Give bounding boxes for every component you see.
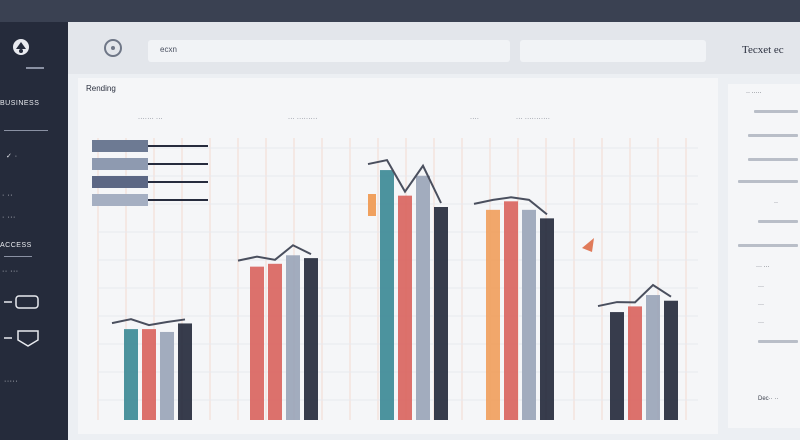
right-panel-mid-label: ·· (774, 200, 778, 206)
sidebar-item-label: · ·· (2, 192, 13, 199)
sidebar-item-label: ✓ · (6, 153, 18, 160)
logo-caption (26, 67, 44, 69)
toggle-icon[interactable] (2, 294, 42, 310)
legend-swatch (92, 158, 148, 170)
right-panel-label: ··· (758, 320, 764, 326)
chart-bar (286, 255, 300, 420)
sidebar-item-label: · ··· (2, 214, 16, 221)
sidebar-item-5[interactable]: ·· ··· (2, 268, 19, 275)
search-value: ecxn (160, 45, 177, 54)
sidebar: BUSINESS ✓ · · ·· · ··· ACCESS ·· ··· ··… (0, 22, 68, 440)
chart-bar (380, 170, 394, 420)
chart-bar (416, 175, 430, 420)
right-panel-label: ··· (758, 302, 764, 308)
sidebar-item-check[interactable]: ✓ · (6, 152, 18, 160)
chart-bar (664, 300, 678, 420)
chart-bar (398, 195, 412, 420)
placeholder-line (754, 110, 798, 113)
legend-swatch (92, 140, 148, 152)
right-panel-label: Dec·· ·· (758, 396, 779, 402)
chart-panel: Rending ······· ··· ··· ········· ···· ·… (78, 78, 718, 434)
placeholder-line (758, 340, 798, 343)
placeholder-line (748, 158, 798, 161)
chart-bar (486, 209, 500, 420)
chart-bar (124, 329, 138, 420)
shield-icon[interactable] (2, 328, 42, 348)
trend-line (111, 318, 186, 327)
right-panel-label: ··· ··· (756, 264, 770, 270)
chart-bar (504, 201, 518, 420)
chart-bar (540, 218, 554, 420)
filter-input[interactable] (520, 40, 706, 62)
main-app: ecxn Tecxet ec Rending ······· ··· ··· ·… (68, 22, 800, 440)
chart-bar (304, 258, 318, 420)
sidebar-item-2[interactable]: · ·· (2, 192, 13, 199)
bar-chart (92, 138, 698, 420)
placeholder-line (758, 220, 798, 223)
chart-bar (522, 209, 536, 420)
right-panel-top-label: ·· ····· (746, 90, 762, 96)
chart-bar (250, 266, 264, 420)
window-top-bar (0, 0, 800, 22)
divider (4, 130, 48, 131)
chart-bar (628, 306, 642, 420)
placeholder-line (738, 180, 798, 183)
sidebar-item-label: BUSINESS (0, 100, 40, 107)
page-title: Tecxet ec (742, 44, 784, 56)
app-logo-icon (13, 39, 29, 55)
sidebar-footer: ····· (4, 378, 18, 385)
right-panel-label: ··· (758, 284, 764, 290)
accent-marker (582, 238, 594, 252)
divider (4, 256, 32, 257)
sidebar-item-label: ·· ··· (2, 268, 19, 275)
trend-line (237, 244, 312, 262)
chart-bar (646, 295, 660, 420)
sidebar-item-business[interactable]: BUSINESS (0, 100, 39, 107)
legend-swatch (92, 194, 148, 206)
accent-marker (368, 194, 376, 216)
sidebar-item-3[interactable]: · ··· (2, 214, 16, 221)
search-input[interactable]: ecxn (148, 40, 510, 62)
sidebar-item-label: ACCESS (0, 242, 32, 249)
chart-bar (434, 207, 448, 420)
sidebar-footer-label: ····· (4, 378, 19, 385)
chart-bar (268, 263, 282, 420)
back-button[interactable] (104, 39, 122, 57)
chart-bar (178, 323, 192, 420)
chart-bar (610, 312, 624, 420)
legend-swatch (92, 176, 148, 188)
right-panel: ·· ····· ·· ··· ··· ··· ··· ··· Dec·· ·· (728, 84, 800, 428)
placeholder-line (748, 134, 798, 137)
top-header: ecxn Tecxet ec (68, 22, 800, 74)
chart-bar (160, 331, 174, 420)
chart-bar (142, 329, 156, 420)
placeholder-line (738, 244, 798, 247)
sidebar-item-access[interactable]: ACCESS (0, 242, 32, 249)
